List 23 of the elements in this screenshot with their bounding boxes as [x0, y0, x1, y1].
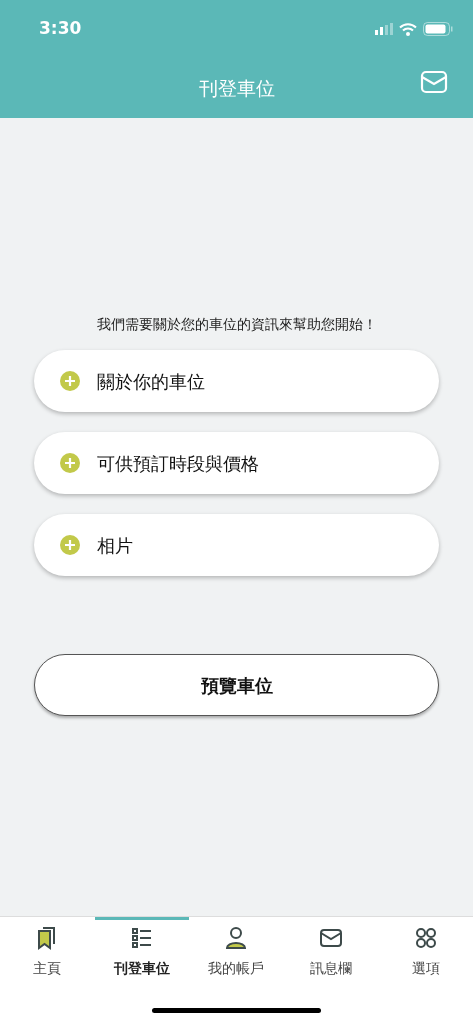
- person-icon: [224, 926, 249, 950]
- tab[interactable]: 主頁: [0, 917, 95, 987]
- tab[interactable]: 刊登車位: [94, 917, 190, 987]
- signal-icon: [375, 23, 393, 35]
- list-icon: [129, 926, 154, 950]
- tab[interactable]: 訊息欄: [283, 917, 379, 987]
- intro-text: 我們需要關於您的車位的資訊來幫助您開始！: [96, 315, 377, 334]
- plus-circle-icon: [60, 453, 80, 474]
- tab[interactable]: 我的帳戶: [189, 917, 284, 987]
- mail-button[interactable]: [420, 70, 448, 94]
- wifi-icon: [399, 22, 417, 36]
- status-time: 3:30: [39, 17, 82, 41]
- section-toggle[interactable]: 相片: [34, 514, 439, 577]
- mail-icon: [319, 926, 344, 950]
- grid-icon: [413, 926, 438, 950]
- tab[interactable]: 選項: [378, 917, 473, 987]
- preview-button[interactable]: 預覽車位: [34, 654, 439, 717]
- section-toggle[interactable]: 可供預訂時段與價格: [34, 432, 439, 495]
- page-title: 刊登車位: [198, 75, 275, 101]
- battery-icon: [423, 22, 453, 36]
- plus-circle-icon: [60, 535, 80, 556]
- section-toggle[interactable]: 關於你的車位: [34, 350, 439, 413]
- plus-circle-icon: [60, 371, 80, 392]
